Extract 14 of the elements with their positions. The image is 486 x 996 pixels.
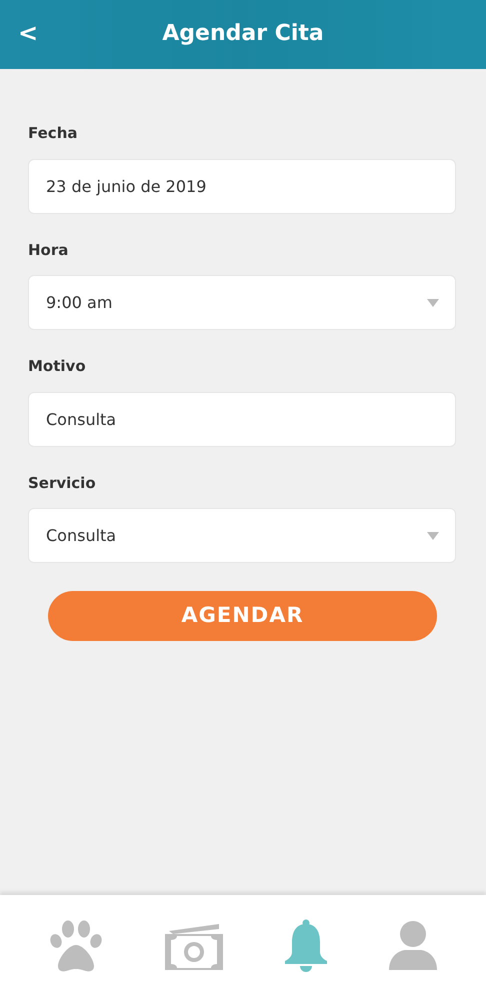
input-field[interactable]: 23 de junio de 2019 [28,158,456,214]
field-label: Servicio [28,472,96,494]
back-button[interactable]: < [0,20,50,48]
field-label: Fecha [28,123,78,144]
field-label: Hora [28,240,68,260]
input-field[interactable]: Consulta [28,392,456,446]
screen-title: Agendar Cita [162,21,324,48]
money-icon [162,922,224,970]
field-label: Motivo [28,356,86,377]
select-field[interactable]: 9:00 am [28,275,456,330]
paw-icon [48,920,104,972]
user-icon [386,920,438,972]
notification-icon [284,918,328,972]
select-field[interactable]: Consulta [28,508,456,563]
